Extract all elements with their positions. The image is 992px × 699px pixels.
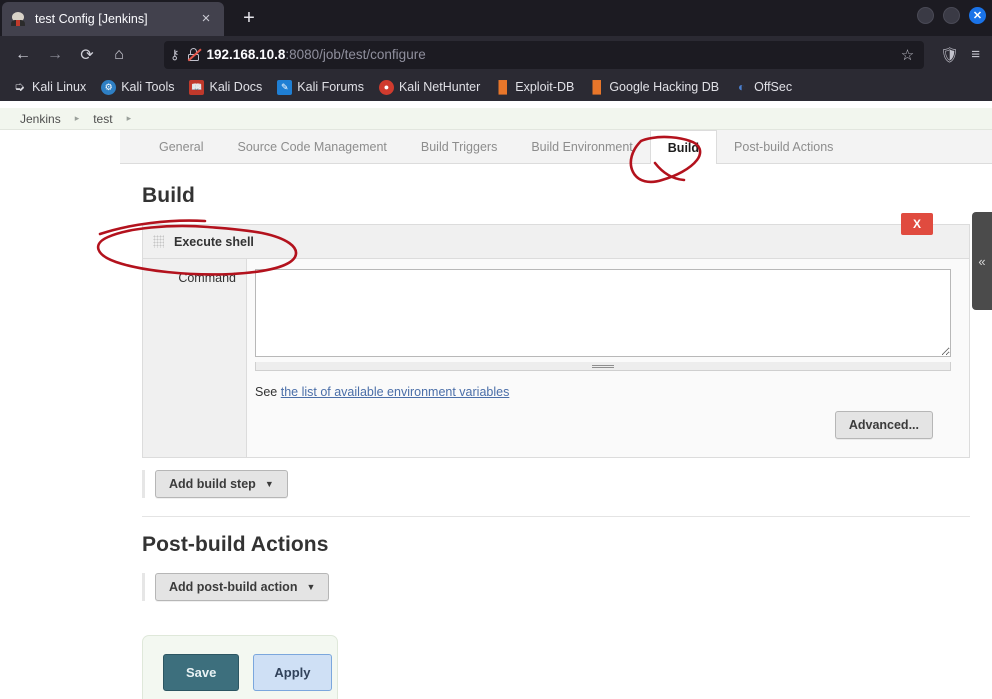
config-tabbar: General Source Code Management Build Tri… xyxy=(120,130,992,164)
reload-icon[interactable]: ⟳ xyxy=(72,40,102,69)
left-sidebar xyxy=(0,130,120,699)
jenkins-page: Jenkins ▸ test ▸ General Source Code Man… xyxy=(0,108,992,699)
delete-build-step-button[interactable]: X xyxy=(901,213,933,235)
build-panel: Build Execute shell X ? Command xyxy=(120,164,992,699)
command-input[interactable] xyxy=(255,269,951,357)
build-step-header: Execute shell X ? xyxy=(143,213,992,259)
offsec-icon: ◐ xyxy=(737,80,746,94)
config-content: General Source Code Management Build Tri… xyxy=(120,130,992,699)
tab-source-code-management[interactable]: Source Code Management xyxy=(220,130,403,163)
command-field-wrap: See the list of available environment va… xyxy=(247,259,969,457)
advanced-button[interactable]: Advanced... xyxy=(834,411,933,439)
browser-tab-title: test Config [Jenkins] xyxy=(35,12,148,26)
add-post-build-action-label: Add post-build action xyxy=(169,580,298,594)
env-variables-link[interactable]: the list of available environment variab… xyxy=(281,385,510,399)
drag-handle-icon[interactable] xyxy=(153,235,164,248)
tab-build-environment[interactable]: Build Environment xyxy=(514,130,649,163)
hamburger-menu-icon[interactable]: ≡ xyxy=(971,46,980,63)
tracking-shield-icon[interactable]: ⚷ xyxy=(170,48,180,61)
shield-icon[interactable]: 🛡 xyxy=(940,46,959,64)
window-controls: ✕ xyxy=(917,7,986,24)
home-icon[interactable]: ⌂ xyxy=(104,40,134,69)
see-prefix: See xyxy=(255,385,278,399)
minimize-button[interactable] xyxy=(917,7,934,24)
command-label: Command xyxy=(143,259,247,457)
build-heading: Build xyxy=(142,184,195,207)
tab-build[interactable]: Build xyxy=(649,130,718,164)
maximize-button[interactable] xyxy=(943,7,960,24)
advanced-row: Advanced... xyxy=(255,399,951,453)
build-step-execute-shell: Execute shell X ? Command See xyxy=(142,213,992,458)
browser-navbar: ← → ⟳ ⌂ ⚷ 192.168.10.8:8080/job/test/con… xyxy=(0,36,992,73)
exploit-db-icon: █ xyxy=(498,80,508,94)
bookmark-item[interactable]: █ Google Hacking DB xyxy=(583,78,725,97)
bookmark-star-icon[interactable]: ☆ xyxy=(897,46,918,64)
kali-forums-icon: ✎ xyxy=(277,79,293,95)
bookmark-item[interactable]: ⚙ Kali Tools xyxy=(95,78,180,97)
url-path: :8080/job/test/configure xyxy=(285,47,426,62)
page-body: General Source Code Management Build Tri… xyxy=(0,130,992,699)
url-host: 192.168.10.8 xyxy=(206,47,286,62)
apply-button[interactable]: Apply xyxy=(253,654,332,691)
add-post-build-row: Add post-build action ▼ xyxy=(142,573,970,601)
close-icon[interactable]: × xyxy=(196,9,216,29)
side-panel-toggle[interactable]: « xyxy=(972,212,992,310)
divider xyxy=(142,516,970,517)
browser-tabstrip: test Config [Jenkins] × + ✕ xyxy=(0,0,992,36)
back-icon[interactable]: ← xyxy=(8,40,38,69)
bookmark-item[interactable]: ✎ Kali Forums xyxy=(271,78,370,97)
url-text: 192.168.10.8:8080/job/test/configure xyxy=(207,47,426,62)
insecure-lock-icon[interactable] xyxy=(187,47,201,62)
textarea-resize-handle[interactable] xyxy=(255,362,951,371)
save-button[interactable]: Save xyxy=(163,654,240,691)
tab-build-triggers[interactable]: Build Triggers xyxy=(404,130,514,163)
kali-docs-icon: 📖 xyxy=(189,79,205,95)
chevron-down-icon: ▼ xyxy=(264,479,274,489)
nethunter-icon: ● xyxy=(378,79,394,95)
tab-general[interactable]: General xyxy=(142,130,220,163)
browser-tab[interactable]: test Config [Jenkins] × xyxy=(2,2,224,36)
bookmarks-bar: ➭ Kali Linux ⚙ Kali Tools 📖 Kali Docs ✎ … xyxy=(0,73,992,101)
bookmark-item[interactable]: ● Kali NetHunter xyxy=(373,78,486,97)
browser-window: test Config [Jenkins] × + ✕ ← → ⟳ ⌂ ⚷ 19… xyxy=(0,0,992,699)
breadcrumb-item-test[interactable]: test xyxy=(87,112,118,126)
bookmark-label: Exploit-DB xyxy=(515,80,575,94)
form-buttons-bar: Save Apply xyxy=(142,635,338,699)
breadcrumb: Jenkins ▸ test ▸ xyxy=(0,108,992,130)
tab-post-build-actions[interactable]: Post-build Actions xyxy=(717,130,850,163)
new-tab-button[interactable]: + xyxy=(234,4,264,34)
navbar-right-icons: 🛡 ≡ xyxy=(940,46,984,64)
bookmark-label: Kali NetHunter xyxy=(398,80,481,94)
bookmark-label: Kali Docs xyxy=(209,80,263,94)
post-build-heading: Post-build Actions xyxy=(142,533,329,556)
bookmark-item[interactable]: ➭ Kali Linux xyxy=(6,78,92,97)
bookmark-label: OffSec xyxy=(754,80,793,94)
bookmark-label: Kali Tools xyxy=(121,80,175,94)
add-post-build-action-button[interactable]: Add post-build action ▼ xyxy=(155,573,330,601)
bookmark-label: Google Hacking DB xyxy=(609,80,720,94)
bookmark-item[interactable]: ◐ OffSec xyxy=(728,78,798,97)
window-close-button[interactable]: ✕ xyxy=(969,7,986,24)
bookmark-item[interactable]: 📖 Kali Docs xyxy=(183,78,268,97)
add-build-step-label: Add build step xyxy=(169,477,256,491)
forward-icon[interactable]: → xyxy=(40,40,70,69)
build-step-body: Command See the list of available enviro… xyxy=(143,259,969,457)
env-vars-note: See the list of available environment va… xyxy=(255,385,951,399)
build-step-title: Execute shell xyxy=(174,234,254,249)
add-build-step-row: Add build step ▼ xyxy=(142,470,970,498)
google-hacking-db-icon: █ xyxy=(592,80,602,94)
address-bar[interactable]: ⚷ 192.168.10.8:8080/job/test/configure ☆ xyxy=(164,40,925,69)
chevron-right-icon: ▸ xyxy=(126,113,132,123)
bookmark-label: Kali Forums xyxy=(297,80,364,94)
jenkins-icon xyxy=(10,11,26,27)
chevron-down-icon: ▼ xyxy=(306,582,316,592)
kali-tools-icon: ⚙ xyxy=(101,79,117,95)
kali-dragon-icon: ➭ xyxy=(14,79,25,95)
chevron-right-icon: ▸ xyxy=(74,113,80,123)
breadcrumb-item-jenkins[interactable]: Jenkins xyxy=(14,112,67,126)
bookmark-label: Kali Linux xyxy=(32,80,87,94)
add-build-step-button[interactable]: Add build step ▼ xyxy=(155,470,288,498)
bookmark-item[interactable]: █ Exploit-DB xyxy=(489,78,580,97)
